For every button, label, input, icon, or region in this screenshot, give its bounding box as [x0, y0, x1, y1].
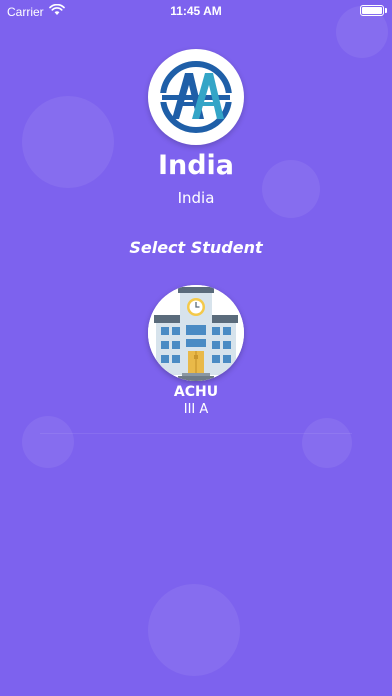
- aa-logo-icon: [148, 49, 244, 145]
- clock-time: 11:45 AM: [170, 4, 222, 18]
- background-bubble: [22, 416, 74, 468]
- divider: [40, 433, 352, 434]
- select-student-heading: Select Student: [129, 238, 263, 257]
- school-building-icon[interactable]: [148, 285, 244, 381]
- student-card[interactable]: ACHU III A: [146, 285, 246, 420]
- student-class: III A: [183, 402, 209, 417]
- battery-icon: [360, 5, 384, 16]
- school-name: India: [157, 150, 235, 181]
- status-bar: Carrier 11:45 AM: [0, 0, 392, 22]
- battery-cap: [385, 8, 387, 13]
- student-name: ACHU: [173, 384, 219, 400]
- school-subtitle: India: [177, 189, 215, 207]
- background-bubble: [148, 584, 240, 676]
- background-bubble: [302, 418, 352, 468]
- battery-fill: [362, 7, 382, 14]
